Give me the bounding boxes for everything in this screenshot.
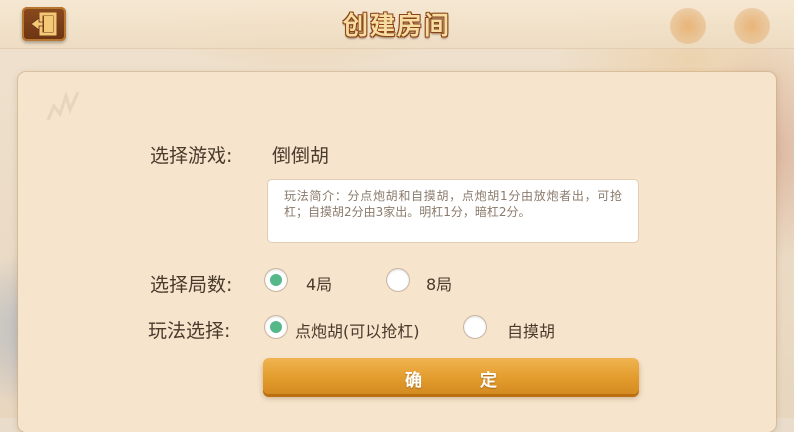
panel-corner-decoration (46, 90, 80, 121)
mode-zimohu-label[interactable]: 自摸胡 (507, 318, 555, 342)
select-rounds-label: 选择局数: (150, 274, 233, 296)
page-title: 创建房间 (342, 11, 451, 40)
confirm-button-label: 确 定 (405, 371, 523, 391)
select-mode-label: 玩法选择: (148, 320, 231, 342)
rounds-4-label[interactable]: 4局 (306, 271, 332, 295)
mode-dianpaohu-label[interactable]: 点炮胡(可以抢杠) (295, 318, 420, 342)
mode-zimohu-radio[interactable] (464, 316, 486, 338)
rules-description: 玩法简介：分点炮胡和自摸胡，点炮胡1分由放炮者出，可抢杠；自摸胡2分由3家出。明… (268, 180, 638, 242)
game-name: 倒倒胡 (272, 145, 330, 167)
confirm-button[interactable]: 确 定 (263, 358, 639, 394)
select-game-label: 选择游戏: (150, 145, 233, 167)
rounds-8-label[interactable]: 8局 (426, 271, 452, 295)
rounds-8-radio[interactable] (387, 269, 409, 291)
mode-dianpaohu-radio[interactable] (265, 316, 287, 338)
rounds-4-radio[interactable] (265, 269, 287, 291)
